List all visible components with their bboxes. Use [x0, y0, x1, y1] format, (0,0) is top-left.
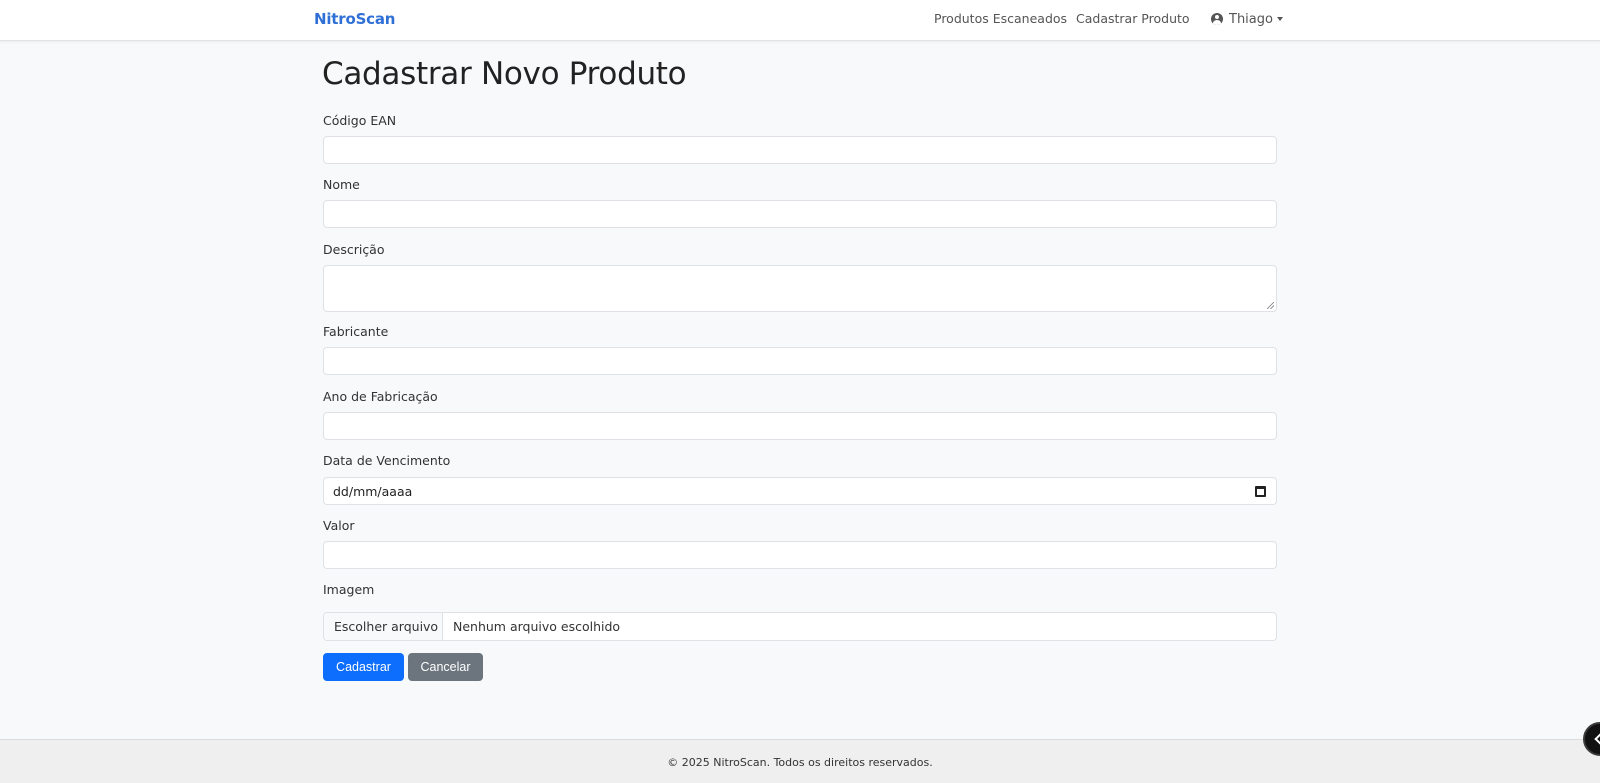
fabricante-label: Fabricante: [323, 324, 389, 339]
navbar: NitroScan Produtos Escaneados Cadastrar …: [0, 0, 1600, 41]
nome-input[interactable]: [323, 200, 1277, 228]
nome-label: Nome: [323, 177, 360, 192]
ano-fabricacao-input[interactable]: [323, 412, 1277, 440]
footer-copyright: © 2025 NitroScan. Todos os direitos rese…: [667, 756, 933, 769]
file-status: Nenhum arquivo escolhido: [453, 619, 621, 634]
footer: © 2025 NitroScan. Todos os direitos rese…: [0, 739, 1600, 783]
nav-link-produtos-escaneados[interactable]: Produtos Escaneados: [934, 11, 1067, 26]
cancelar-button[interactable]: Cancelar: [408, 653, 483, 681]
ean-label: Código EAN: [323, 113, 397, 128]
choose-file-button[interactable]: Escolher arquivo: [324, 613, 443, 640]
imagem-label: Imagem: [323, 582, 375, 597]
user-menu[interactable]: Thiago: [1211, 10, 1283, 28]
chevron-left-icon: [1594, 733, 1600, 745]
user-name: Thiago: [1229, 11, 1273, 27]
page-title: Cadastrar Novo Produto: [322, 56, 687, 92]
data-vencimento-label: Data de Vencimento: [323, 453, 451, 468]
nav-link-cadastrar-produto[interactable]: Cadastrar Produto: [1076, 11, 1190, 26]
date-placeholder: dd/mm/aaaa: [333, 484, 413, 499]
fabricante-input[interactable]: [323, 347, 1277, 375]
valor-input[interactable]: [323, 541, 1277, 569]
resize-grip-icon[interactable]: [1267, 302, 1274, 309]
ano-fabricacao-label: Ano de Fabricação: [323, 389, 438, 404]
ean-input[interactable]: [323, 136, 1277, 164]
user-circle-icon: [1211, 13, 1223, 25]
cadastrar-button[interactable]: Cadastrar: [323, 653, 404, 681]
imagem-file-input[interactable]: Escolher arquivo Nenhum arquivo escolhid…: [323, 612, 1277, 641]
calendar-icon[interactable]: [1255, 486, 1266, 497]
descricao-textarea[interactable]: [323, 265, 1277, 312]
brand-logo[interactable]: NitroScan: [314, 10, 395, 28]
caret-down-icon: [1276, 17, 1283, 21]
data-vencimento-input[interactable]: dd/mm/aaaa: [323, 477, 1277, 505]
valor-label: Valor: [323, 518, 355, 533]
descricao-label: Descrição: [323, 242, 385, 257]
